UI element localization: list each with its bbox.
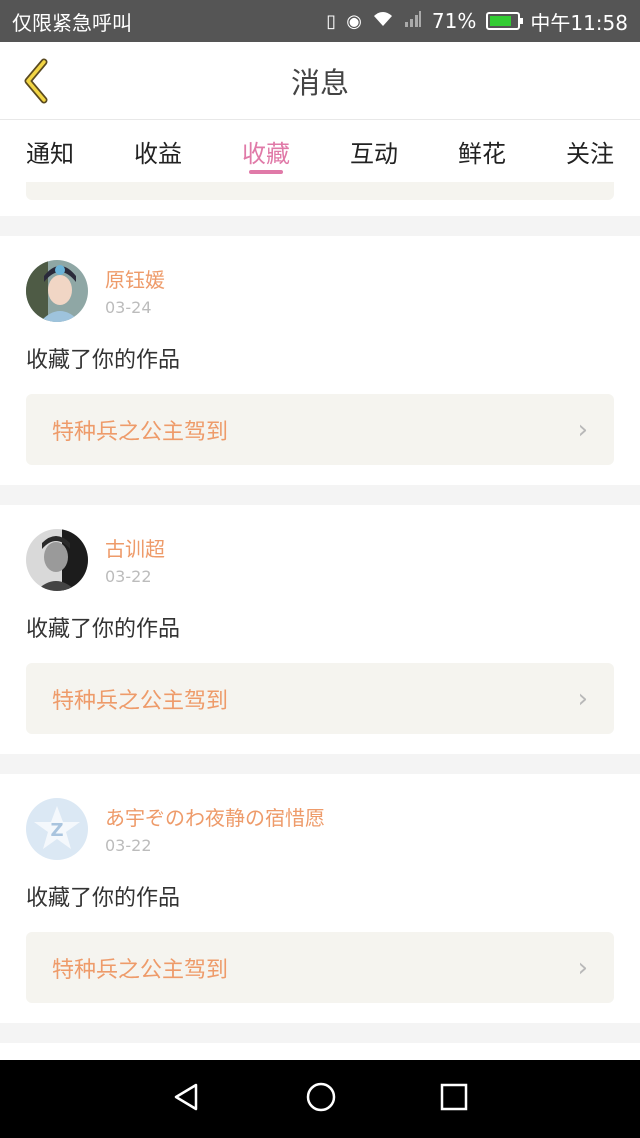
tab-interaction[interactable]: 互动 xyxy=(350,120,398,182)
username[interactable]: 原钰媛 xyxy=(105,264,165,293)
page-title: 消息 xyxy=(290,65,349,100)
clock: 中午11:58 xyxy=(530,10,628,35)
list-item-partial xyxy=(0,1043,640,1060)
eye-icon: ◉ xyxy=(346,10,362,32)
recents-nav-button[interactable] xyxy=(440,1083,468,1115)
message-date: 03-24 xyxy=(105,298,152,317)
list-item: Z あ宇ぞのわ夜静の宿惜愿 03-22 收藏了你的作品 特种兵之公主驾到 › xyxy=(0,774,640,1023)
tab-notice[interactable]: 通知 xyxy=(26,120,74,182)
status-icons: ▯ ◉ 71% 中午11:58 xyxy=(326,7,628,36)
square-recents-icon xyxy=(441,1083,468,1111)
avatar[interactable]: Z xyxy=(26,798,88,860)
username[interactable]: 古训超 xyxy=(105,533,165,562)
tab-favorites[interactable]: 收藏 xyxy=(242,120,290,182)
avatar[interactable] xyxy=(26,529,88,591)
action-text: 收藏了你的作品 xyxy=(26,348,181,373)
svg-text:Z: Z xyxy=(50,820,63,841)
chevron-left-icon xyxy=(24,58,48,104)
action-text: 收藏了你的作品 xyxy=(26,617,181,642)
triangle-back-icon xyxy=(174,1083,197,1111)
work-link[interactable]: 特种兵之公主驾到 › xyxy=(26,663,614,734)
username[interactable]: あ宇ぞのわ夜静の宿惜愿 xyxy=(105,802,325,831)
list-item-partial xyxy=(0,182,640,216)
work-link[interactable]: 特种兵之公主驾到 › xyxy=(26,394,614,465)
top-bar: 消息 xyxy=(0,42,640,120)
tab-follow[interactable]: 关注 xyxy=(566,120,614,182)
chevron-right-icon: › xyxy=(577,414,588,445)
battery-percent: 71% xyxy=(431,9,477,33)
vibrate-icon: ▯ xyxy=(326,10,337,32)
message-date: 03-22 xyxy=(105,567,152,586)
action-text: 收藏了你的作品 xyxy=(26,886,181,911)
work-title: 特种兵之公主驾到 xyxy=(52,957,229,983)
work-link[interactable]: 特种兵之公主驾到 › xyxy=(26,932,614,1003)
status-bar: 仅限紧急呼叫 ▯ ◉ 71% 中午11:58 xyxy=(0,0,640,42)
home-nav-button[interactable] xyxy=(305,1081,337,1117)
tab-bar: 通知 收益 收藏 互动 鲜花 关注 xyxy=(0,120,640,182)
work-title: 特种兵之公主驾到 xyxy=(52,688,229,714)
message-list[interactable]: 原钰媛 03-24 收藏了你的作品 特种兵之公主驾到 › 古训超 03-22 收… xyxy=(0,182,640,1060)
circle-home-icon xyxy=(306,1082,336,1112)
carrier-text: 仅限紧急呼叫 xyxy=(12,10,132,35)
tab-flowers[interactable]: 鲜花 xyxy=(458,120,506,182)
back-button[interactable] xyxy=(14,56,58,106)
message-date: 03-22 xyxy=(105,836,152,855)
battery-icon xyxy=(486,12,524,30)
chevron-right-icon: › xyxy=(577,952,588,983)
list-item: 古训超 03-22 收藏了你的作品 特种兵之公主驾到 › xyxy=(0,505,640,754)
system-nav-bar xyxy=(0,1060,640,1138)
work-title: 特种兵之公主驾到 xyxy=(52,419,229,445)
back-nav-button[interactable] xyxy=(172,1082,202,1116)
wifi-icon xyxy=(372,10,394,33)
signal-icon xyxy=(404,10,422,33)
avatar[interactable] xyxy=(26,260,88,322)
chevron-right-icon: › xyxy=(577,683,588,714)
list-item: 原钰媛 03-24 收藏了你的作品 特种兵之公主驾到 › xyxy=(0,236,640,485)
tab-earnings[interactable]: 收益 xyxy=(134,120,182,182)
